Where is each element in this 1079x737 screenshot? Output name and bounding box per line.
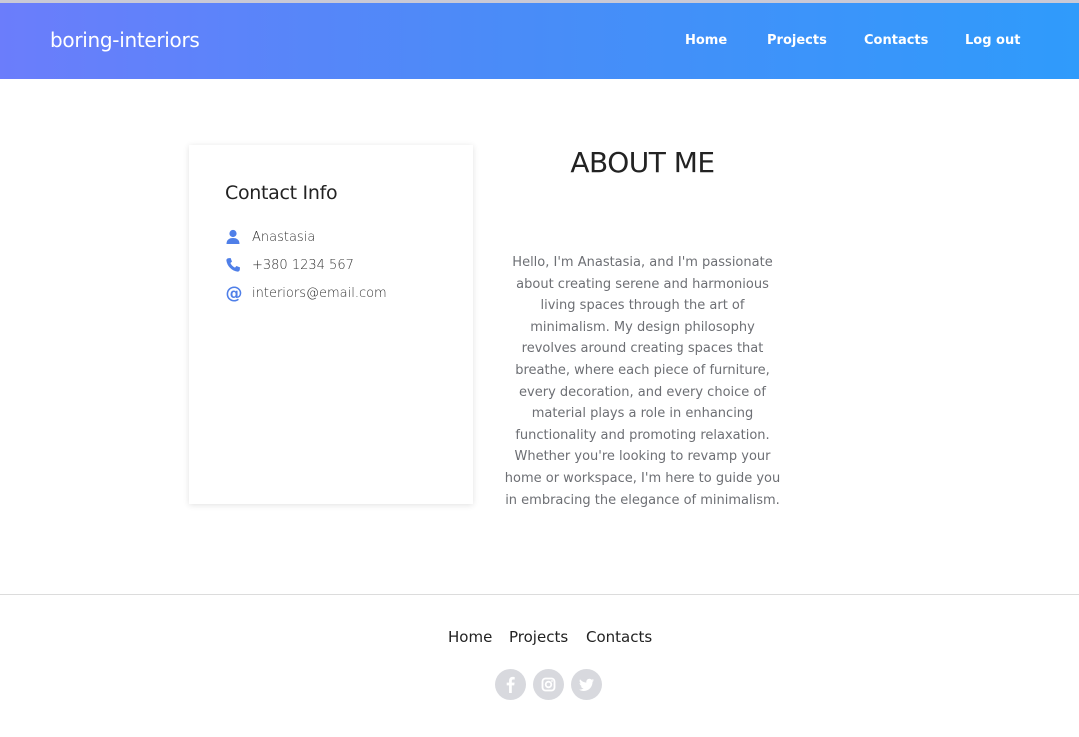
contact-phone: +380 1234 567 [252, 258, 354, 273]
nav-logout[interactable]: Log out [965, 33, 1020, 48]
footer-divider [0, 594, 1079, 595]
nav-projects[interactable]: Projects [767, 33, 827, 48]
footer-contacts[interactable]: Contacts [586, 628, 652, 646]
nav-links: Home Projects Contacts Log out [0, 33, 1079, 53]
navbar: boring-interiors Home Projects Contacts … [0, 3, 1079, 79]
twitter-icon[interactable] [571, 669, 602, 700]
at-icon: @ [225, 284, 243, 304]
facebook-icon[interactable] [495, 669, 526, 700]
nav-home[interactable]: Home [685, 33, 727, 48]
footer-home[interactable]: Home [448, 628, 492, 646]
contact-info-title: Contact Info [225, 182, 338, 204]
user-icon [225, 229, 241, 245]
contact-email[interactable]: interiors@email.com [252, 286, 387, 301]
nav-contacts[interactable]: Contacts [864, 33, 928, 48]
footer-projects[interactable]: Projects [509, 628, 568, 646]
instagram-icon[interactable] [533, 669, 564, 700]
about-title: ABOUT ME [570, 146, 715, 179]
contact-name: Anastasia [252, 230, 316, 245]
contact-info-card: Contact Info Anastasia +380 1234 567 @ i… [189, 145, 473, 504]
phone-icon [225, 257, 241, 273]
about-text: Hello, I'm Anastasia, and I'm passionate… [504, 255, 781, 508]
svg-text:@: @ [226, 284, 243, 302]
